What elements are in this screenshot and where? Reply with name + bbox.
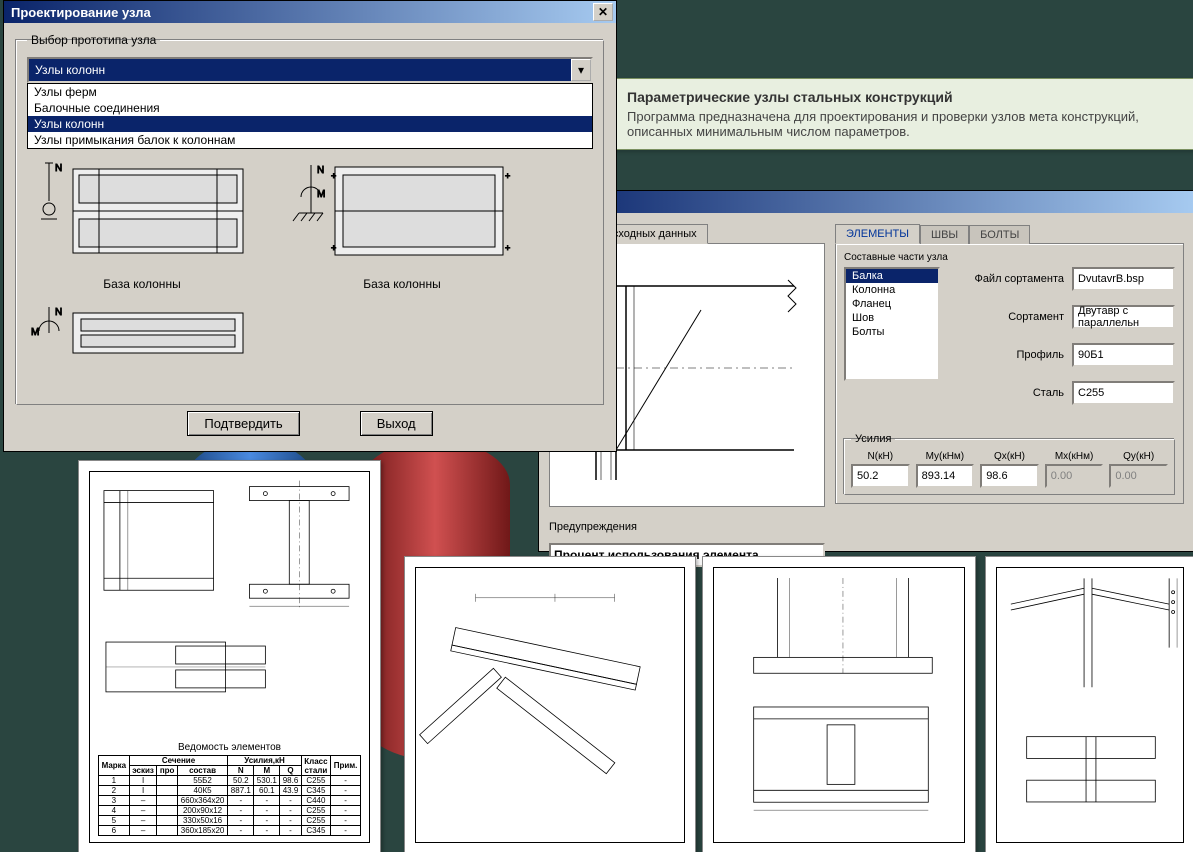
svg-text:N: N: [317, 165, 324, 176]
sheet4-drawing: [997, 568, 1183, 842]
design-dialog: Проектирование узла ✕ Выбор прототипа уз…: [3, 0, 617, 452]
parts-item-3[interactable]: Шов: [846, 311, 938, 325]
svg-text:+: +: [505, 171, 510, 181]
force-label-3: Mx(кНм): [1045, 451, 1104, 462]
svg-text:+: +: [331, 171, 336, 181]
force-label-2: Qx(кН): [980, 451, 1039, 462]
confirm-button[interactable]: Подтвердить: [187, 411, 299, 436]
properties-window: Свойства Задание исходных данных: [538, 190, 1193, 552]
sheet-1: Ведомость элементов МаркаСечениеУсилия,к…: [78, 460, 381, 852]
prototype-legend: Выбор прототипа узла: [27, 33, 160, 47]
thumb-column-base-3[interactable]: N M: [27, 305, 257, 361]
properties-titlebar: Свойства: [539, 191, 1193, 213]
parts-item-2[interactable]: Фланец: [846, 297, 938, 311]
prototype-groupbox: Выбор прототипа узла Узлы колонн ▾ Узлы …: [16, 33, 604, 405]
force-label-0: N(кН): [851, 451, 910, 462]
parts-item-4[interactable]: Болты: [846, 325, 938, 339]
parts-item-1[interactable]: Колонна: [846, 283, 938, 297]
force-input-2[interactable]: 98.6: [980, 464, 1039, 488]
exit-button[interactable]: Выход: [360, 411, 433, 436]
design-title: Проектирование узла: [7, 5, 151, 20]
parts-label: Составные части узла: [844, 252, 1175, 263]
chevron-down-icon[interactable]: ▾: [571, 59, 591, 81]
field-label-2: Профиль: [954, 349, 1064, 361]
combo-item-2[interactable]: Узлы колонн: [28, 116, 592, 132]
close-icon[interactable]: ✕: [593, 3, 613, 21]
field-input-0[interactable]: DvutavrB.bsp: [1072, 267, 1175, 291]
element-tabs: ЭЛЕМЕНТЫ ШВЫ БОЛТЫ: [835, 223, 1184, 243]
sheet2-drawing: [416, 568, 684, 842]
warnings-label: Предупреждения: [549, 521, 825, 533]
sheet-2: [404, 556, 696, 852]
elements-table: МаркаСечениеУсилия,кНКласссталиПрим.эски…: [98, 755, 361, 836]
sheet3-drawing: [714, 568, 964, 842]
tooltip-body: Программа предназначена для проектирован…: [627, 109, 1193, 139]
thumb-column-base-2[interactable]: N M + + + +: [287, 157, 517, 277]
combo-selected-text: Узлы колонн: [29, 59, 571, 81]
thumb-column-base-1[interactable]: N: [27, 157, 257, 277]
thumb2-label: База колонны: [287, 277, 517, 291]
force-label-4: Qy(кН): [1109, 451, 1168, 462]
force-input-0[interactable]: 50.2: [851, 464, 910, 488]
svg-text:+: +: [505, 243, 510, 253]
parts-listbox[interactable]: Балка Колонна Фланец Шов Болты: [844, 267, 940, 381]
tab-elements[interactable]: ЭЛЕМЕНТЫ: [835, 224, 920, 244]
field-label-1: Сортамент: [954, 311, 1064, 323]
sheet-3: [702, 556, 976, 852]
svg-text:M: M: [317, 189, 325, 200]
sheet-table-title: Ведомость элементов: [98, 742, 361, 753]
svg-text:N: N: [55, 307, 62, 318]
tooltip-title: Параметрические узлы стальных конструкци…: [627, 89, 1193, 105]
force-input-3: 0.00: [1045, 464, 1104, 488]
info-tooltip: Параметрические узлы стальных конструкци…: [584, 78, 1193, 150]
force-input-4: 0.00: [1109, 464, 1168, 488]
force-input-1[interactable]: 893.14: [916, 464, 975, 488]
field-label-0: Файл сортамента: [954, 273, 1064, 285]
svg-text:M: M: [31, 327, 39, 338]
combo-item-3[interactable]: Узлы примыкания балок к колоннам: [28, 132, 592, 148]
parts-item-0[interactable]: Балка: [846, 269, 938, 283]
combo-item-0[interactable]: Узлы ферм: [28, 84, 592, 100]
svg-text:N: N: [55, 163, 62, 174]
field-input-2[interactable]: 90Б1: [1072, 343, 1175, 367]
svg-text:+: +: [331, 243, 336, 253]
field-input-1[interactable]: Двутавр с параллельн: [1072, 305, 1175, 329]
field-input-3[interactable]: С255: [1072, 381, 1175, 405]
combo-item-1[interactable]: Балочные соединения: [28, 100, 592, 116]
tab-bolts[interactable]: БОЛТЫ: [969, 225, 1030, 244]
forces-group-label: Усилия: [851, 433, 895, 445]
force-label-1: My(кНм): [916, 451, 975, 462]
design-titlebar[interactable]: Проектирование узла ✕: [4, 1, 616, 23]
field-label-3: Сталь: [954, 387, 1064, 399]
sheet-4: [985, 556, 1193, 852]
combo-dropdown: Узлы ферм Балочные соединения Узлы колон…: [27, 83, 593, 149]
tab-welds[interactable]: ШВЫ: [920, 225, 969, 244]
prototype-combo[interactable]: Узлы колонн ▾: [27, 57, 593, 83]
thumb1-label: База колонны: [27, 277, 257, 291]
